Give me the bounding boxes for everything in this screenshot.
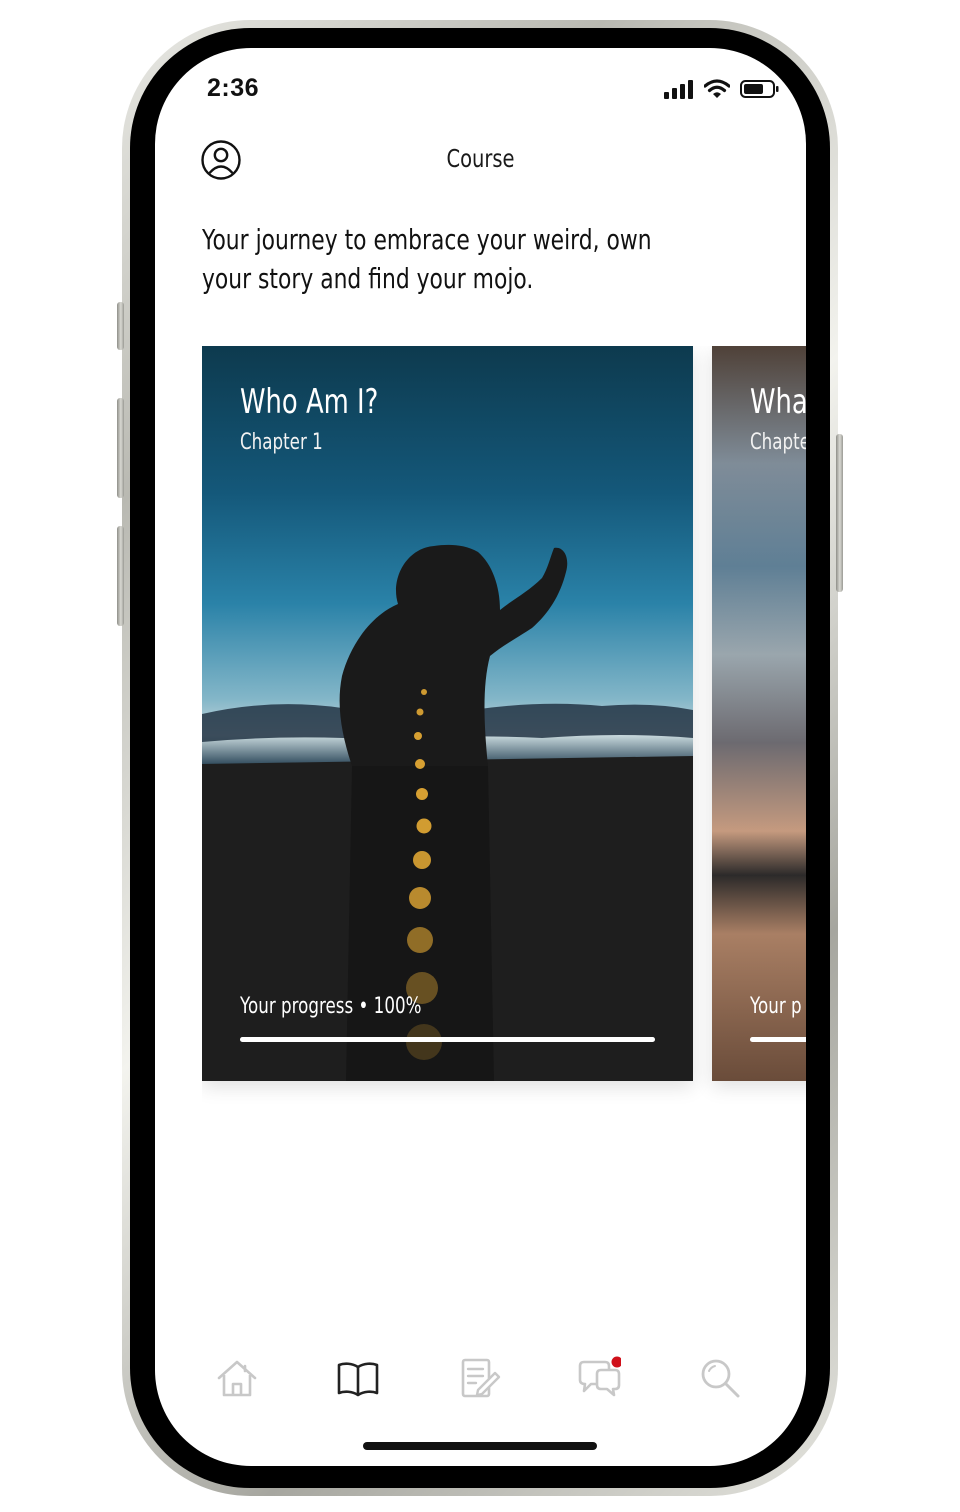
- card-title: Wha: [750, 382, 806, 422]
- app-header: Course: [155, 136, 806, 184]
- silhouette-photo: [202, 544, 693, 1081]
- course-intro-text: Your journey to embrace your weird, own …: [202, 223, 652, 295]
- power-button: [836, 434, 843, 592]
- app-screen: 2:36 Course Your journey to embrace your…: [155, 48, 806, 1466]
- status-icons: [664, 78, 780, 100]
- cellular-signal-icon: [664, 80, 693, 99]
- card-progress-label: Your p: [750, 994, 802, 1019]
- progress-bar: [750, 1037, 806, 1042]
- home-indicator[interactable]: [363, 1442, 597, 1450]
- progress-bar: [240, 1037, 655, 1042]
- progress-bar-fill: [750, 1037, 806, 1042]
- journal-edit-icon[interactable]: [457, 1356, 501, 1400]
- card-progress-label: Your progress • 100%: [240, 994, 422, 1019]
- page-title: Course: [446, 144, 515, 173]
- open-book-icon[interactable]: [336, 1356, 380, 1400]
- card-chapter: Chapte: [750, 430, 806, 455]
- volume-up-button: [117, 398, 124, 498]
- chat-bubbles-icon[interactable]: [577, 1356, 621, 1400]
- search-icon[interactable]: [698, 1356, 742, 1400]
- volume-down-button: [117, 526, 124, 626]
- chapter-carousel[interactable]: Who Am I? Chapter 1 Your progress • 100%…: [202, 346, 806, 1106]
- card-title: Who Am I?: [240, 382, 379, 422]
- card-chapter: Chapter 1: [240, 430, 323, 455]
- notification-dot: [611, 1356, 621, 1368]
- wifi-icon: [704, 79, 730, 98]
- chapter-card-who-am-i[interactable]: Who Am I? Chapter 1 Your progress • 100%: [202, 346, 693, 1081]
- silent-switch: [117, 302, 124, 350]
- phone-mockup: 2:36 Course Your journey to embrace your…: [0, 0, 960, 1512]
- bottom-tab-bar: [155, 1350, 806, 1410]
- chapter-card-next[interactable]: Wha Chapte Your p: [712, 346, 806, 1081]
- home-icon[interactable]: [215, 1356, 259, 1400]
- status-time: 2:36: [207, 74, 260, 102]
- progress-bar-fill: [240, 1037, 655, 1042]
- battery-icon: [740, 80, 779, 98]
